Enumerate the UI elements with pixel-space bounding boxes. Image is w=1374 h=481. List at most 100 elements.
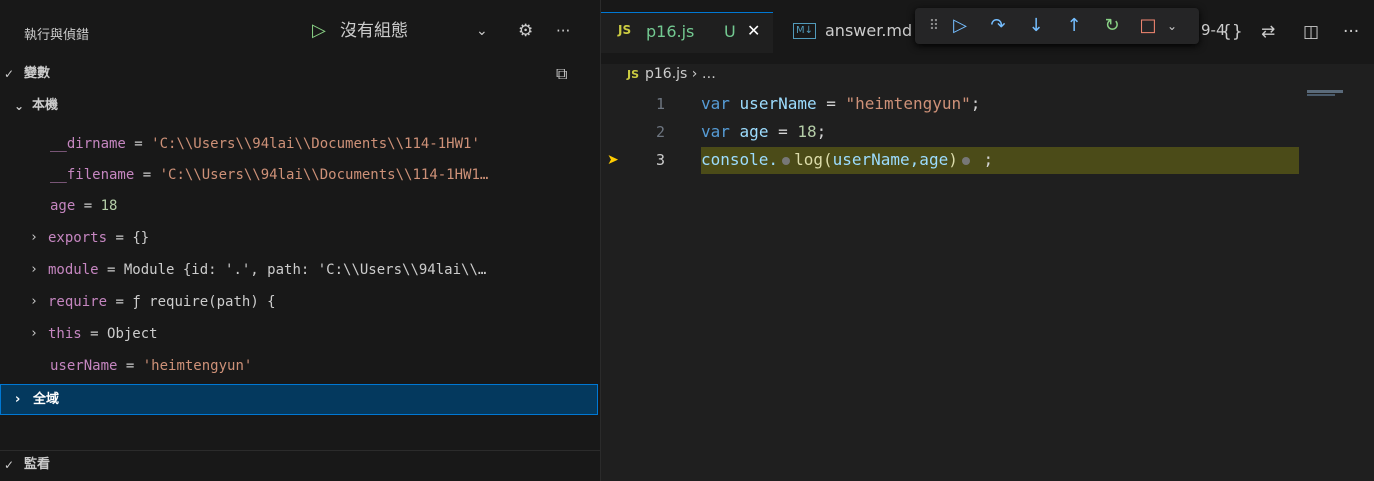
variable-value: Module {id: '.', path: 'C:\\Users\\94lai… [123, 262, 487, 278]
variable-name: exports [48, 230, 108, 246]
paren: ( [822, 150, 833, 169]
identifier: console. [701, 150, 779, 169]
equals-sign: = [107, 294, 133, 310]
keyword: var [701, 94, 730, 113]
code-line[interactable]: 1 var userName = "heimtengyun"; [601, 90, 1374, 118]
editor-area: JS p16.js U ✕ M↓ answer.md ⠿ ▷ ↷ ↓ ↑ ↻ □… [601, 0, 1374, 481]
variable-value: 'heimtengyun' [142, 358, 253, 374]
collapse-all-icon[interactable]: ⧉ [556, 64, 576, 84]
identifier: age [739, 122, 769, 141]
continue-icon[interactable]: ▷ [947, 12, 973, 40]
chevron-down-icon[interactable]: ⌄ [476, 18, 492, 44]
tab-bar: JS p16.js U ✕ M↓ answer.md ⠿ ▷ ↷ ↓ ↑ ↻ □… [601, 0, 1374, 64]
chevron-down-icon[interactable]: ✓ [4, 452, 14, 478]
chevron-down-icon[interactable]: ⌄ [1159, 12, 1185, 40]
variable-row[interactable]: age = 18 [0, 190, 600, 222]
equals-sign: = [134, 167, 160, 183]
step-out-icon[interactable]: ↑ [1061, 12, 1087, 40]
code-line-current[interactable]: 3 console. log(userName,age) ; [601, 146, 1374, 174]
local-scope-header[interactable]: ⌄ 本機 [0, 93, 600, 119]
step-over-icon[interactable]: ↷ [985, 12, 1011, 40]
semicolon: ; [970, 94, 981, 113]
keyword: var [701, 122, 730, 141]
arguments: userName,age [832, 150, 949, 169]
variable-row[interactable]: __dirname = 'C:\\Users\\94lai\\Documents… [0, 128, 600, 160]
watch-section-label: 監看 [24, 457, 51, 472]
divider [0, 450, 600, 451]
variable-row[interactable]: › exports = {} [0, 222, 600, 254]
chevron-down-icon[interactable]: ✓ [4, 61, 14, 87]
gear-icon[interactable]: ⚙ [518, 20, 540, 42]
code-line[interactable]: 2 var age = 18; [601, 118, 1374, 146]
tab-answer-md[interactable]: M↓ answer.md [773, 12, 913, 52]
restart-icon[interactable]: ↻ [1099, 12, 1125, 40]
variable-name: module [48, 262, 99, 278]
identifier: userName [739, 94, 817, 113]
javascript-file-icon: JS [618, 23, 632, 37]
run-and-debug-panel: 執行與偵錯 ▷ 沒有組態 ⌄ ⚙ ··· ✓ 變數 ⧉ ⌄ 本機 __dirna… [0, 0, 601, 481]
variable-value: Object [107, 326, 158, 342]
variable-value: {} [132, 230, 150, 246]
chevron-right-icon[interactable]: › [30, 222, 38, 254]
braces-icon[interactable]: {} [1221, 20, 1243, 44]
inline-breakpoint-dot[interactable] [961, 156, 970, 165]
chevron-right-icon[interactable]: › [30, 286, 38, 318]
paren: ) [948, 150, 958, 169]
number-literal: 18 [797, 122, 817, 141]
inline-breakpoint-dot[interactable] [782, 156, 791, 165]
variable-row[interactable]: userName = 'heimtengyun' [0, 350, 600, 382]
drag-handle-icon[interactable]: ⠿ [921, 12, 947, 40]
minimap[interactable] [1307, 94, 1335, 96]
variable-value: 18 [100, 198, 118, 214]
step-into-icon[interactable]: ↓ [1023, 12, 1049, 40]
panel-title: 執行與偵錯 [24, 28, 90, 43]
variable-value: ƒ require(path) { [132, 294, 276, 310]
tab-label: p16.js [646, 22, 695, 41]
javascript-file-icon: JS [627, 68, 640, 81]
line-number: 2 [655, 123, 665, 141]
more-actions-icon[interactable]: ··· [556, 20, 578, 42]
global-scope-row[interactable]: › 全域 [0, 384, 598, 415]
equals-sign: = [75, 198, 101, 214]
semicolon: ; [973, 150, 994, 169]
variable-name: age [50, 198, 76, 214]
stop-icon[interactable]: □ [1135, 12, 1161, 40]
variable-row[interactable]: __filename = 'C:\\Users\\94lai\\Document… [0, 159, 600, 191]
variables-section-header[interactable]: ✓ 變數 [0, 61, 600, 87]
line-number: 3 [655, 151, 665, 169]
equals-sign: = [125, 136, 152, 152]
chevron-right-icon[interactable]: › [30, 254, 38, 286]
function-name: log [794, 150, 823, 169]
global-scope-label: 全域 [33, 392, 60, 407]
operator: = [816, 94, 846, 113]
untracked-badge: U [724, 22, 736, 41]
watch-section-header[interactable]: ✓ 監看 [0, 452, 600, 478]
operator: = [768, 122, 798, 141]
chevron-right-icon[interactable]: › [15, 385, 20, 414]
breadcrumb-file[interactable]: p16.js [645, 66, 687, 82]
tab-p16-js[interactable]: JS p16.js U ✕ [601, 12, 773, 53]
chevron-right-icon[interactable]: › [30, 318, 38, 350]
chevron-down-icon[interactable]: ⌄ [14, 93, 24, 119]
compare-changes-icon[interactable]: ⇄ [1261, 20, 1275, 44]
variables-section-label: 變數 [24, 66, 51, 81]
start-debugging-button[interactable]: ▷ [312, 18, 332, 44]
minimap[interactable] [1307, 90, 1343, 93]
variable-name: require [48, 294, 108, 310]
variable-row[interactable]: › module = Module {id: '.', path: 'C:\\Us… [0, 254, 600, 286]
breadcrumb[interactable]: JS p16.js › … [627, 66, 716, 82]
split-editor-icon[interactable]: ◫ [1303, 20, 1319, 44]
variable-row[interactable]: › this = Object [0, 318, 600, 350]
equals-sign: = [98, 262, 124, 278]
close-icon[interactable]: ✕ [747, 21, 760, 40]
breadcrumb-separator: › … [687, 66, 716, 82]
variable-value: 'C:\\Users\\94lai\\Documents\\114-1HW1' [151, 136, 480, 152]
variable-name: userName [50, 358, 118, 374]
semicolon: ; [816, 122, 827, 141]
variable-value: 'C:\\Users\\94lai\\Documents\\114-1HW1… [159, 167, 489, 183]
variable-name: __dirname [50, 136, 126, 152]
equals-sign: = [117, 358, 143, 374]
more-actions-icon[interactable]: ··· [1343, 20, 1359, 44]
variable-row[interactable]: › require = ƒ require(path) { [0, 286, 600, 318]
variable-name: this [48, 326, 82, 342]
